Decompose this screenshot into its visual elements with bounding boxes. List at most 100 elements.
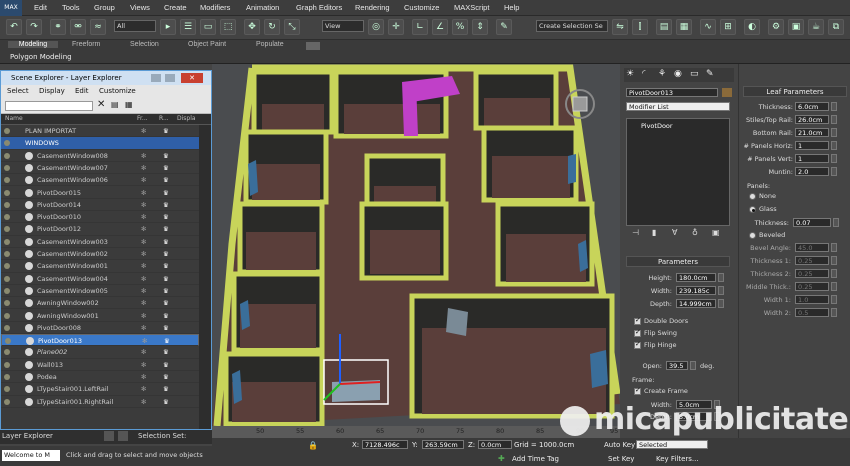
render-icon[interactable]: ♛	[163, 322, 169, 334]
stack-item-pivotdoor[interactable]: PivotDoor	[641, 122, 673, 130]
freeze-icon[interactable]: ✻	[141, 211, 146, 223]
menu-group[interactable]: Group	[94, 3, 115, 12]
sort-icon[interactable]	[104, 431, 114, 441]
visibility-icon[interactable]	[4, 128, 10, 134]
middle-thick-input[interactable]: 0.25	[795, 282, 829, 291]
muntin-spinner[interactable]	[831, 167, 837, 176]
rendered-frame-window-icon[interactable]: ▣	[788, 19, 804, 35]
list-item[interactable]: PivotDoor014 ✻ ♛	[1, 199, 199, 212]
column-frozen[interactable]: Fr...	[137, 115, 148, 122]
render-icon[interactable]: ♛	[164, 335, 170, 347]
visibility-icon[interactable]	[4, 189, 10, 196]
remove-modifier-icon[interactable]: ♁	[692, 228, 698, 237]
list-item[interactable]: PivotDoor015 ✻ ♛	[1, 187, 199, 199]
visibility-icon[interactable]	[4, 152, 10, 159]
modify-tab-icon[interactable]: ◜	[642, 69, 646, 79]
render-icon[interactable]: ♛	[163, 187, 169, 199]
render-icon[interactable]: ♛	[163, 285, 169, 297]
key-mode-dropdown[interactable]: Selected	[636, 440, 708, 449]
width-input[interactable]: 239.185c	[676, 286, 716, 295]
freeze-icon[interactable]: ✻	[141, 396, 146, 408]
graphite-ribbon-icon[interactable]: ▦	[676, 19, 692, 35]
flip-swing-checkbox[interactable]	[634, 328, 641, 337]
bottom-rail-input[interactable]: 21.0cm	[795, 128, 829, 137]
width-spinner[interactable]	[718, 286, 724, 295]
link-icon[interactable]: ⚭	[50, 19, 66, 35]
visibility-icon[interactable]	[4, 226, 10, 233]
height-spinner[interactable]	[718, 273, 724, 282]
viewcube-icon[interactable]	[572, 96, 588, 112]
explorer-menu-customize[interactable]: Customize	[99, 87, 136, 95]
list-item[interactable]: PivotDoor010 ✻ ♛	[1, 211, 199, 224]
selection-filter-dropdown[interactable]: All	[114, 20, 156, 32]
maximize-icon[interactable]	[165, 74, 175, 82]
middle-thick-spinner[interactable]	[831, 282, 837, 291]
tab-populate[interactable]: Populate	[256, 41, 284, 48]
width-1-spinner[interactable]	[831, 295, 837, 304]
redo-icon[interactable]: ↷	[26, 19, 42, 35]
bevel-angle-input[interactable]: 45.0	[795, 243, 829, 252]
bevel-angle-spinner[interactable]	[831, 243, 837, 252]
menu-modifiers[interactable]: Modifiers	[200, 3, 230, 12]
panels-vert-input[interactable]: 1	[795, 154, 829, 163]
flip-hinge-checkbox[interactable]	[634, 340, 641, 349]
render-iterative-icon[interactable]: ⧉	[828, 19, 844, 35]
freeze-icon[interactable]: ✻	[142, 335, 147, 347]
visibility-icon[interactable]	[4, 251, 10, 257]
polygon-modeling-bar[interactable]: Polygon Modeling	[0, 52, 850, 64]
visibility-icon[interactable]	[4, 312, 10, 319]
spinner-snap-icon[interactable]: ⇕	[472, 19, 488, 35]
visibility-icon[interactable]	[4, 263, 10, 270]
render-icon[interactable]: ♛	[163, 223, 169, 235]
percent-snap-icon[interactable]: %	[452, 19, 468, 35]
list-item-selected[interactable]: PivotDoor013 ✻ ♛	[1, 334, 199, 347]
snaps-toggle-icon[interactable]: ∟	[412, 19, 428, 35]
column-display[interactable]: Displa	[177, 115, 196, 122]
explorer-scrollbar[interactable]	[199, 125, 211, 429]
render-icon[interactable]: ♛	[163, 371, 169, 383]
render-icon[interactable]: ♛	[163, 359, 169, 371]
freeze-icon[interactable]: ✻	[141, 359, 146, 371]
width-2-spinner[interactable]	[831, 308, 837, 317]
list-item[interactable]: CasementWindow008 ✻ ♛	[1, 150, 199, 162]
width-1-input[interactable]: 1.0	[795, 295, 829, 304]
render-icon[interactable]: ♛	[163, 236, 169, 248]
visibility-icon[interactable]	[4, 140, 10, 147]
layer-manager-icon[interactable]: ▤	[656, 19, 672, 35]
freeze-icon[interactable]: ✻	[141, 285, 146, 297]
list-item[interactable]: LTypeStair001.LeftRail ✻ ♛	[1, 383, 199, 396]
y-coordinate-input[interactable]: 263.59cm	[422, 440, 464, 449]
list-item[interactable]: PivotDoor012 ✻ ♛	[1, 223, 199, 236]
mirror-icon[interactable]: ⇋	[612, 19, 628, 35]
render-icon[interactable]: ♛	[163, 260, 169, 272]
tab-object-paint[interactable]: Object Paint	[188, 41, 226, 48]
motion-tab-icon[interactable]: ◉	[674, 69, 682, 79]
thickness-1-input[interactable]: 0.25	[795, 256, 829, 265]
leaf-parameters-rollout-header[interactable]: Leaf Parameters	[743, 86, 847, 97]
list-item[interactable]: LTypeStair001.RightRail ✻ ♛	[1, 396, 199, 408]
menu-tools[interactable]: Tools	[62, 3, 80, 12]
reference-coordinate-dropdown[interactable]: View	[322, 20, 364, 32]
visibility-icon[interactable]	[5, 338, 11, 345]
freeze-icon[interactable]: ✻	[141, 223, 146, 235]
list-item[interactable]: CasementWindow006 ✻ ♛	[1, 174, 199, 187]
menu-maxscript[interactable]: MAXScript	[454, 3, 489, 12]
stiles-top-rail-spinner[interactable]	[831, 115, 837, 124]
render-icon[interactable]: ♛	[163, 125, 169, 137]
freeze-icon[interactable]: ✻	[141, 310, 146, 322]
render-icon[interactable]: ♛	[163, 199, 169, 211]
list-item[interactable]: AwningWindow001 ✻ ♛	[1, 310, 199, 322]
bottom-rail-spinner[interactable]	[831, 128, 837, 137]
visibility-icon[interactable]	[4, 214, 10, 221]
visibility-icon[interactable]	[4, 287, 10, 294]
list-item[interactable]: Wall013 ✻ ♛	[1, 359, 199, 371]
panels-vert-spinner[interactable]	[831, 154, 837, 163]
add-layer-icon[interactable]: ▤	[111, 100, 119, 109]
visibility-icon[interactable]	[4, 349, 10, 356]
visibility-icon[interactable]	[4, 238, 10, 245]
open-spinner[interactable]	[690, 361, 696, 370]
schematic-view-icon[interactable]: ⊞	[720, 19, 736, 35]
freeze-icon[interactable]: ✻	[141, 322, 146, 334]
muntin-input[interactable]: 2.0	[795, 167, 829, 176]
visibility-icon[interactable]	[4, 324, 10, 331]
